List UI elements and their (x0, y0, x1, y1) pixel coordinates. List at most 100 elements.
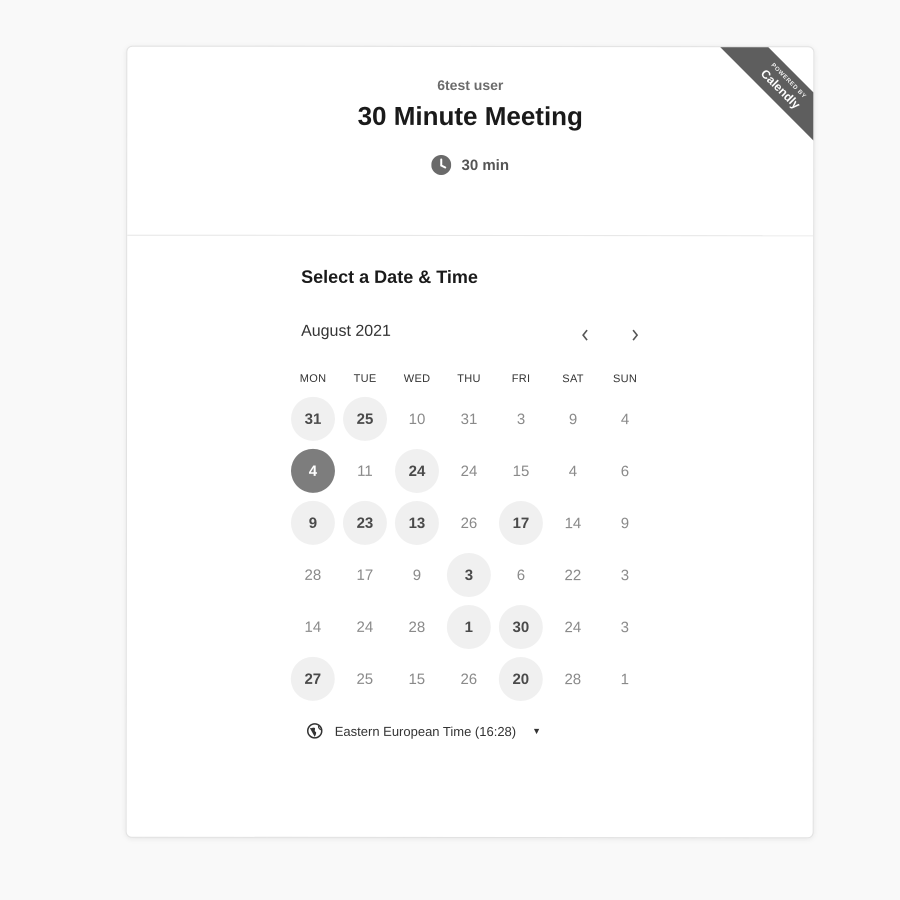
calendar-cell: 20 (495, 653, 547, 705)
available-date-button[interactable]: 27 (290, 656, 335, 701)
duration-label: 30 min (461, 156, 510, 174)
calendar-cell: 25 (339, 393, 391, 445)
available-date-button[interactable]: 20 (498, 657, 543, 702)
globe-icon (306, 723, 323, 739)
unavailable-date: 14 (304, 618, 322, 636)
calendar-cell: 3 (599, 549, 651, 601)
weekday-header: MON TUE WED THU FRI SAT SUN (287, 373, 651, 385)
unavailable-date: 28 (408, 618, 426, 636)
calendar-cell: 1 (443, 601, 495, 653)
unavailable-date: 31 (460, 410, 478, 428)
section-title: Select a Date & Time (301, 266, 478, 288)
weekday-thu: THU (457, 372, 481, 386)
clock-icon (431, 154, 452, 175)
calendar-cell: 22 (547, 549, 599, 601)
unavailable-date: 28 (304, 566, 322, 584)
unavailable-date: 6 (620, 462, 630, 480)
calendar-cell: 9 (547, 393, 599, 445)
calendar-cell: 28 (547, 653, 599, 705)
unavailable-date: 15 (408, 670, 426, 688)
timezone-selector[interactable]: Eastern European Time (16:28) ▼ (306, 723, 542, 739)
caret-down-icon: ▼ (532, 726, 542, 737)
calendar-cell: 23 (339, 497, 391, 549)
event-title: 30 Minute Meeting (357, 100, 583, 132)
next-month-button[interactable] (621, 321, 649, 349)
available-date-button[interactable]: 23 (342, 500, 387, 545)
available-date-button[interactable]: 24 (394, 448, 439, 493)
weekday-wed: WED (403, 372, 431, 385)
calendar-cell: 24 (443, 445, 495, 497)
calendar-cell: 25 (339, 653, 391, 705)
timezone-label: Eastern European Time (16:28) (334, 723, 517, 739)
calendar-cell: 24 (547, 601, 599, 653)
unavailable-date: 25 (356, 670, 374, 688)
unavailable-date: 3 (620, 618, 630, 636)
calendar-cell: 28 (287, 549, 339, 601)
available-date-button[interactable]: 3 (446, 552, 491, 598)
weekday-sun: SUN (612, 373, 638, 386)
chevron-right-icon (632, 329, 639, 341)
unavailable-date: 15 (512, 462, 530, 480)
calendar-cell: 15 (391, 653, 443, 705)
unavailable-date: 28 (564, 670, 582, 688)
calendar-cell: 11 (339, 445, 391, 497)
calendar-cell: 14 (287, 601, 339, 653)
weekday-tue: TUE (353, 372, 377, 385)
prev-month-button[interactable] (571, 321, 599, 349)
selected-date-button[interactable]: 4 (290, 448, 335, 493)
weekday-fri: FRI (511, 373, 531, 386)
unavailable-date: 24 (564, 618, 582, 636)
calendar-cell: 3 (495, 393, 547, 445)
available-date-button[interactable]: 13 (394, 500, 439, 545)
unavailable-date: 4 (620, 410, 630, 428)
available-date-button[interactable]: 9 (290, 500, 335, 545)
month-label: August 2021 (301, 322, 391, 340)
calendar-cell: 24 (391, 445, 443, 497)
calendar-cell: 31 (443, 393, 495, 445)
calendar-cell: 17 (495, 497, 547, 549)
event-duration: 30 min (127, 154, 813, 176)
calendar-cell: 13 (391, 497, 443, 549)
calendar-cell: 17 (339, 549, 391, 601)
calendar-cell: 6 (599, 445, 651, 497)
calendar-cell: 28 (391, 601, 443, 653)
calendar-cell: 14 (547, 497, 599, 549)
unavailable-date: 1 (620, 670, 629, 688)
calendar-cell: 26 (443, 653, 495, 705)
available-date-button[interactable]: 17 (498, 501, 543, 546)
unavailable-date: 24 (356, 618, 374, 636)
booking-card: POWERED BY Calendly 6test user 30 Minute… (125, 45, 815, 839)
unavailable-date: 9 (568, 410, 578, 428)
unavailable-date: 22 (564, 566, 582, 584)
calendar-cell: 9 (287, 497, 339, 549)
organizer-name: 6test user (437, 76, 504, 94)
unavailable-date: 24 (460, 462, 478, 480)
calendar-cell: 27 (287, 653, 339, 705)
unavailable-date: 10 (408, 410, 426, 428)
unavailable-date: 3 (516, 410, 526, 428)
calendar-grid: 31 25 10 31 3 9 4 4 11 24 24 15 4 6 9 23 13 26 17 14 9 28 17 9 3… (287, 393, 651, 705)
unavailable-date: 14 (564, 514, 582, 532)
unavailable-date: 6 (516, 566, 526, 584)
available-date-button[interactable]: 30 (498, 605, 543, 650)
available-date-button[interactable]: 31 (291, 396, 336, 441)
calendar-cell: 3 (599, 601, 651, 653)
calendar-cell: 6 (495, 549, 547, 601)
available-date-button[interactable]: 25 (343, 396, 388, 441)
calendar-cell: 1 (599, 653, 651, 705)
calendar-cell: 15 (495, 445, 547, 497)
chevron-left-icon (582, 329, 588, 341)
calendar-cell: 24 (339, 601, 391, 653)
unavailable-date: 9 (412, 566, 422, 584)
unavailable-date: 17 (356, 566, 374, 584)
available-date-button[interactable]: 1 (446, 604, 491, 650)
calendar-cell: 4 (599, 393, 651, 445)
weekday-sat: SAT (562, 373, 584, 386)
unavailable-date: 4 (568, 462, 578, 480)
unavailable-date: 9 (620, 514, 630, 532)
calendar-cell: 3 (443, 549, 495, 601)
calendar-cell: 4 (287, 445, 339, 497)
unavailable-date: 3 (620, 566, 630, 584)
calendar-cell: 9 (599, 497, 651, 549)
weekday-mon: MON (299, 372, 327, 385)
